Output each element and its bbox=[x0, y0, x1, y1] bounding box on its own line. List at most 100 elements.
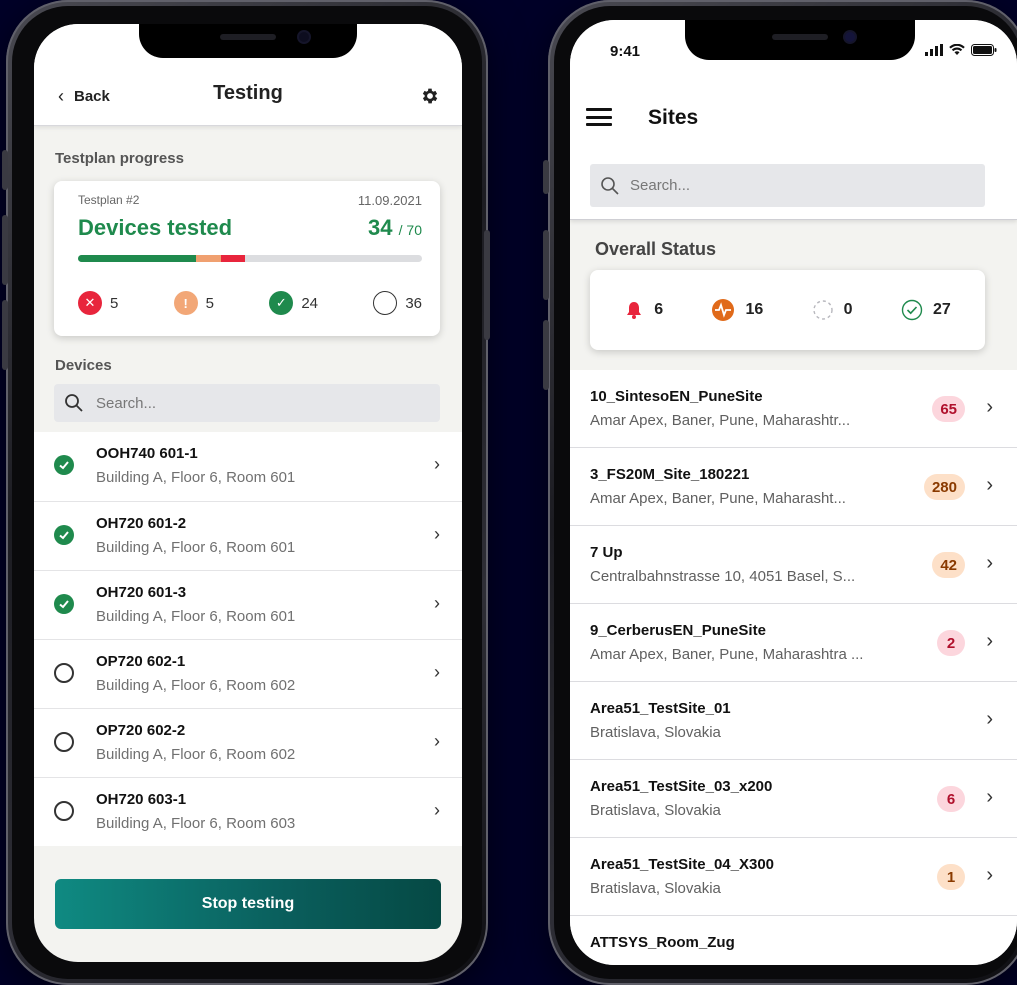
check-circle-icon bbox=[54, 455, 74, 475]
site-row[interactable]: Area51_TestSite_03_x200 Bratislava, Slova… bbox=[570, 760, 1017, 838]
disconnected-icon bbox=[812, 300, 833, 320]
speaker bbox=[772, 34, 828, 40]
chevron-right-icon: › bbox=[986, 786, 993, 808]
chevron-right-icon: › bbox=[434, 662, 440, 682]
stop-testing-button[interactable]: Stop testing bbox=[55, 879, 441, 929]
device-list: OOH740 601-1 Building A, Floor 6, Room 60… bbox=[34, 432, 462, 846]
phone-side-button bbox=[2, 150, 8, 190]
warning-icon: ! bbox=[173, 291, 198, 315]
chevron-right-icon: › bbox=[986, 630, 993, 652]
wifi-icon bbox=[949, 44, 965, 55]
site-row[interactable]: ATTSYS_Room_Zug bbox=[570, 916, 1017, 965]
empty-circle-icon bbox=[373, 291, 398, 315]
phone-notch bbox=[139, 24, 357, 58]
site-name: ATTSYS_Room_Zug bbox=[590, 934, 735, 951]
device-row[interactable]: OP720 602-1 Building A, Floor 6, Room 602… bbox=[34, 639, 462, 708]
alarm-count-badge: 280 bbox=[923, 474, 965, 500]
check-circle-icon: ✓ bbox=[269, 291, 294, 315]
untested-count: 36 bbox=[405, 294, 422, 312]
device-name: OOH740 601-1 bbox=[96, 445, 198, 462]
site-row[interactable]: Area51_TestSite_01 Bratislava, Slovakia › bbox=[570, 682, 1017, 760]
phone-side-button bbox=[484, 230, 490, 340]
stat-failed[interactable]: ✕ 5 bbox=[78, 291, 118, 315]
empty-circle-icon bbox=[54, 801, 74, 821]
chevron-right-icon: › bbox=[434, 593, 440, 613]
alarm-count-badge: 2 bbox=[937, 630, 965, 656]
gear-icon[interactable] bbox=[420, 86, 440, 106]
bell-icon bbox=[627, 302, 642, 319]
alarm-count-badge: 42 bbox=[932, 552, 965, 578]
battery-icon bbox=[971, 44, 997, 56]
search-placeholder: Search... bbox=[630, 177, 691, 194]
device-name: OP720 602-2 bbox=[96, 722, 186, 739]
site-row[interactable]: 7 Up Centralbahnstrasse 10, 4051 Basel, S… bbox=[570, 526, 1017, 604]
check-circle-icon bbox=[54, 594, 74, 614]
phone-side-button bbox=[2, 300, 8, 370]
site-list: 10_SintesoEN_PuneSite Amar Apex, Baner, P… bbox=[570, 370, 1017, 965]
chevron-right-icon: › bbox=[986, 708, 993, 730]
device-location: Building A, Floor 6, Room 601 bbox=[96, 539, 296, 556]
progress-segment-failed bbox=[220, 255, 246, 262]
overall-offline[interactable]: 0 bbox=[812, 299, 853, 321]
device-location: Building A, Floor 6, Room 602 bbox=[96, 746, 296, 763]
error-x-icon: ✕ bbox=[78, 291, 102, 315]
device-row[interactable]: OP720 602-2 Building A, Floor 6, Room 602… bbox=[34, 708, 462, 777]
speaker bbox=[220, 34, 276, 40]
device-location: Building A, Floor 6, Room 601 bbox=[96, 469, 296, 486]
warning-count: 5 bbox=[205, 294, 214, 312]
testplan-section-label: Testplan progress bbox=[55, 150, 184, 167]
device-search-input[interactable]: Search... bbox=[54, 384, 440, 422]
site-row[interactable]: Area51_TestSite_04_X300 Bratislava, Slova… bbox=[570, 838, 1017, 916]
progress-bar bbox=[78, 255, 422, 262]
stat-untested[interactable]: 36 bbox=[373, 291, 422, 315]
offline-count: 0 bbox=[843, 301, 853, 318]
check-circle-icon bbox=[54, 525, 74, 545]
stat-warning[interactable]: ! 5 bbox=[173, 291, 214, 315]
passed-count: 24 bbox=[301, 294, 318, 312]
site-address: Amar Apex, Baner, Pune, Maharasht... bbox=[590, 490, 846, 507]
menu-icon[interactable] bbox=[586, 108, 612, 126]
page-title: Testing bbox=[213, 82, 283, 104]
site-row[interactable]: 10_SintesoEN_PuneSite Amar Apex, Baner, P… bbox=[570, 370, 1017, 448]
site-name: 7 Up bbox=[590, 544, 623, 561]
devices-section-label: Devices bbox=[55, 357, 112, 374]
device-row[interactable]: OH720 601-2 Building A, Floor 6, Room 601… bbox=[34, 501, 462, 570]
alarms-count: 6 bbox=[654, 301, 664, 318]
progress-segment-passed bbox=[78, 255, 196, 262]
overall-alarms[interactable]: 6 bbox=[624, 300, 663, 320]
overall-status-label: Overall Status bbox=[595, 239, 717, 259]
phone-side-button bbox=[2, 215, 8, 285]
phone-notch bbox=[685, 20, 915, 60]
phone-side-button bbox=[543, 320, 549, 390]
status-summary: ✕ 5 ! 5 ✓ 24 36 bbox=[78, 291, 422, 315]
device-name: OP720 602-1 bbox=[96, 653, 186, 670]
device-name: OH720 601-3 bbox=[96, 584, 187, 601]
chevron-right-icon: › bbox=[986, 474, 993, 496]
stat-passed[interactable]: ✓ 24 bbox=[269, 291, 318, 315]
overall-faults[interactable]: 16 bbox=[711, 298, 763, 322]
phone-side-button bbox=[543, 160, 549, 194]
site-row[interactable]: 3_FS20M_Site_180221 Amar Apex, Baner, Pun… bbox=[570, 448, 1017, 526]
chevron-right-icon: › bbox=[434, 800, 440, 820]
signal-icon bbox=[925, 44, 943, 56]
overall-ok[interactable]: 27 bbox=[901, 299, 951, 321]
device-location: Building A, Floor 6, Room 603 bbox=[96, 815, 296, 832]
device-location: Building A, Floor 6, Room 601 bbox=[96, 608, 296, 625]
sites-screen: 9:41 Sites Search... Overall Status 6 16… bbox=[570, 20, 1017, 965]
site-address: Bratislava, Slovakia bbox=[590, 880, 721, 897]
status-icons bbox=[925, 44, 997, 56]
front-camera bbox=[299, 32, 309, 42]
chevron-right-icon: › bbox=[986, 864, 993, 886]
site-name: 10_SintesoEN_PuneSite bbox=[590, 388, 763, 405]
site-address: Centralbahnstrasse 10, 4051 Basel, S... bbox=[590, 568, 856, 585]
site-row[interactable]: 9_CerberusEN_PuneSite Amar Apex, Baner, P… bbox=[570, 604, 1017, 682]
device-row[interactable]: OH720 601-3 Building A, Floor 6, Room 601… bbox=[34, 570, 462, 639]
device-row[interactable]: OH720 603-1 Building A, Floor 6, Room 603… bbox=[34, 777, 462, 846]
site-name: 9_CerberusEN_PuneSite bbox=[590, 622, 766, 639]
empty-circle-icon bbox=[54, 663, 74, 683]
device-row[interactable]: OOH740 601-1 Building A, Floor 6, Room 60… bbox=[34, 432, 462, 501]
alarm-count-badge: 6 bbox=[937, 786, 965, 812]
testing-screen: ‹ Back Testing Testplan progress Testpla… bbox=[34, 24, 462, 962]
chevron-right-icon: › bbox=[434, 731, 440, 751]
site-search-input[interactable]: Search... bbox=[590, 164, 985, 207]
